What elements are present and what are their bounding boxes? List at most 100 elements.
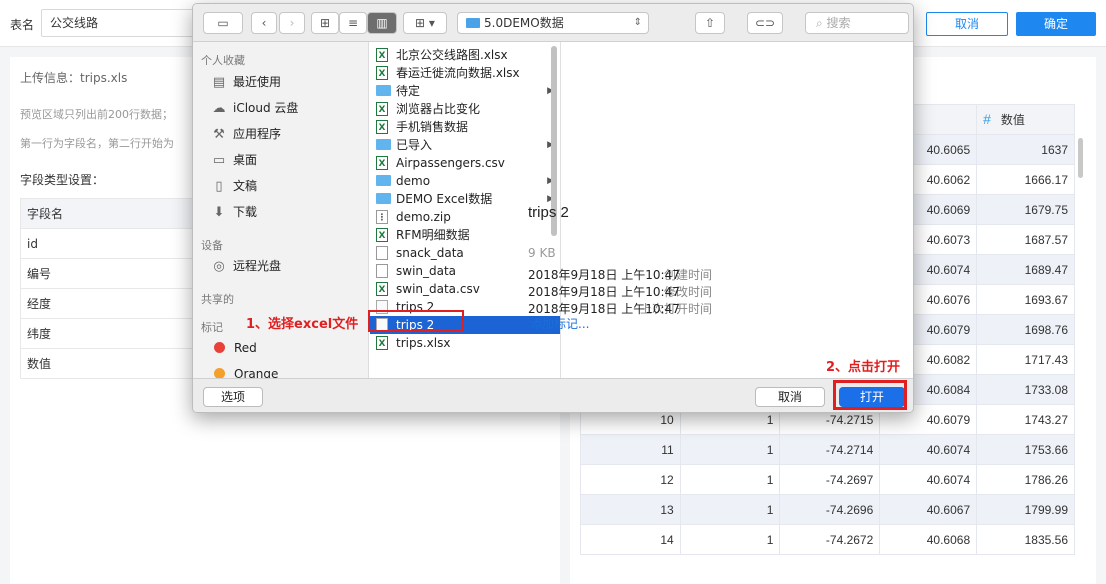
- excel-file-icon: X: [376, 101, 388, 116]
- table-cell: 1: [679, 494, 781, 525]
- file-name: swin_data.csv: [396, 282, 480, 296]
- sidebar-item-icloud[interactable]: ☁ iCloud 云盘: [211, 99, 299, 117]
- column-view-icon[interactable]: ▥: [367, 12, 397, 34]
- recents-icon: ▤: [212, 75, 226, 90]
- file-item[interactable]: X Airpassengers.csv: [370, 154, 560, 172]
- file-icon: [376, 245, 388, 260]
- file-name: demo: [396, 174, 431, 188]
- file-name: 待定: [396, 84, 421, 98]
- table-row: id: [20, 228, 200, 259]
- sidebar-item-applications[interactable]: ⚒ 应用程序: [211, 125, 281, 143]
- search-icon: ⌕: [816, 16, 827, 30]
- folder-icon: [376, 193, 391, 204]
- hint-preview: 预览区域只列出前200行数据；: [20, 108, 173, 121]
- tag-icon[interactable]: ⊂⊃: [747, 12, 783, 34]
- sidebar-item-recents[interactable]: ▤ 最近使用: [211, 73, 281, 91]
- folder-item[interactable]: 已导入▶: [370, 136, 560, 154]
- table-cell: 1666.17: [976, 164, 1075, 195]
- hint-rows: 第一行为字段名，第二行开始为: [20, 137, 174, 150]
- file-item[interactable]: X 北京公交线路图.xlsx: [370, 46, 560, 64]
- search-input[interactable]: ⌕ 搜索: [805, 12, 909, 34]
- annotation-step1: 1、选择excel文件: [246, 317, 359, 332]
- table-cell: -74.2714: [779, 434, 881, 465]
- file-item[interactable]: X 春运迁徙流向数据.xlsx: [370, 64, 560, 82]
- sidebar-toggle-icon[interactable]: ▭: [203, 12, 243, 34]
- back-icon[interactable]: ‹: [251, 12, 277, 34]
- dialog-bottom-bar: 选项 取消 打开: [193, 378, 913, 412]
- table-cell: 13: [580, 494, 681, 525]
- file-item[interactable]: Xtrips.xlsx: [370, 334, 560, 352]
- field-cell: 字段名: [20, 198, 200, 229]
- annotation-highlight-open: [833, 380, 907, 410]
- table-cell: 40.6074: [879, 434, 978, 465]
- desktop-icon: ▭: [212, 153, 226, 168]
- folder-icon: [376, 85, 391, 96]
- excel-file-icon: X: [376, 119, 388, 134]
- file-name: 北京公交线路图.xlsx: [396, 48, 508, 62]
- sidebar-item-documents[interactable]: ▯ 文稿: [211, 177, 257, 195]
- file-item[interactable]: X RFM明细数据: [370, 226, 560, 244]
- page-cancel-button[interactable]: 取消: [926, 12, 1008, 36]
- preview-file-size: 9 KB: [528, 246, 556, 260]
- file-item[interactable]: X 手机销售数据: [370, 118, 560, 136]
- sidebar-item-downloads[interactable]: ⬇ 下载: [211, 203, 257, 221]
- field-cell: 经度: [20, 288, 200, 319]
- table-name-input[interactable]: 公交线路: [41, 9, 211, 37]
- table-cell: 1679.75: [976, 194, 1075, 225]
- tag-dot-icon: [214, 368, 225, 378]
- file-name: 浏览器占比变化: [396, 102, 481, 116]
- folder-icon: [376, 175, 391, 186]
- table-cell: 1835.56: [976, 524, 1075, 555]
- excel-file-icon: X: [376, 335, 388, 350]
- file-icon: [376, 263, 388, 278]
- options-button[interactable]: 选项: [203, 387, 263, 407]
- shared-heading: 共享的: [201, 293, 234, 306]
- table-cell: 1799.99: [976, 494, 1075, 525]
- preview-file-name: trips 2: [528, 204, 569, 221]
- chevron-updown-icon: ⇕: [633, 17, 642, 28]
- forward-icon[interactable]: ›: [279, 12, 305, 34]
- icon-view-icon[interactable]: ⊞: [311, 12, 339, 34]
- file-name: 已导入: [396, 138, 433, 152]
- excel-file-icon: X: [376, 65, 388, 80]
- table-scrollbar[interactable]: [1078, 138, 1083, 178]
- file-icon: ⋮: [376, 209, 388, 224]
- list-view-icon[interactable]: ≡: [339, 12, 367, 34]
- field-cell: id: [20, 228, 200, 259]
- excel-file-icon: X: [376, 47, 388, 62]
- table-cell: -74.2672: [779, 524, 881, 555]
- tag-dot-icon: [214, 342, 225, 353]
- table-cell: 12: [580, 464, 681, 495]
- table-cell: 40.6068: [879, 524, 978, 555]
- file-name: trips.xlsx: [396, 336, 451, 350]
- file-name: RFM明细数据: [396, 228, 470, 242]
- annotation-step2: 2、点击打开: [826, 360, 901, 375]
- folder-icon: [466, 17, 480, 28]
- file-item[interactable]: X 浏览器占比变化: [370, 100, 560, 118]
- folder-item[interactable]: demo▶: [370, 172, 560, 190]
- add-tag-link[interactable]: 添加标记...: [530, 315, 589, 332]
- folder-icon: [376, 139, 391, 150]
- share-icon[interactable]: ⇧: [695, 12, 725, 34]
- table-cell: 1786.26: [976, 464, 1075, 495]
- sidebar-item-desktop[interactable]: ▭ 桌面: [211, 151, 257, 169]
- sidebar-tag-orange[interactable]: Orange: [211, 365, 278, 378]
- number-type-icon: #: [983, 111, 991, 127]
- excel-file-icon: X: [376, 155, 388, 170]
- sidebar-item-remote-disc[interactable]: ◎ 远程光盘: [211, 257, 281, 275]
- table-cell: 1687.57: [976, 224, 1075, 255]
- table-row: 编号: [20, 258, 200, 289]
- table-cell: 1: [679, 464, 781, 495]
- dialog-cancel-button[interactable]: 取消: [755, 387, 825, 407]
- field-table: 字段名 id 编号 经度 纬度 数值: [20, 198, 200, 379]
- documents-icon: ▯: [215, 179, 223, 194]
- table-cell: 1693.67: [976, 284, 1075, 315]
- page-confirm-button[interactable]: 确定: [1016, 12, 1096, 36]
- folder-item[interactable]: 待定▶: [370, 82, 560, 100]
- path-select[interactable]: 5.0DEMO数据 ⇕: [457, 12, 649, 34]
- file-name: 春运迁徙流向数据.xlsx: [396, 66, 520, 80]
- table-row: 12 1 -74.2697 40.6074 1786.26: [580, 464, 1075, 495]
- file-name: swin_data: [396, 264, 457, 278]
- gallery-view-icon[interactable]: ⊞ ▾: [403, 12, 447, 34]
- sidebar-tag-red[interactable]: Red: [211, 339, 257, 357]
